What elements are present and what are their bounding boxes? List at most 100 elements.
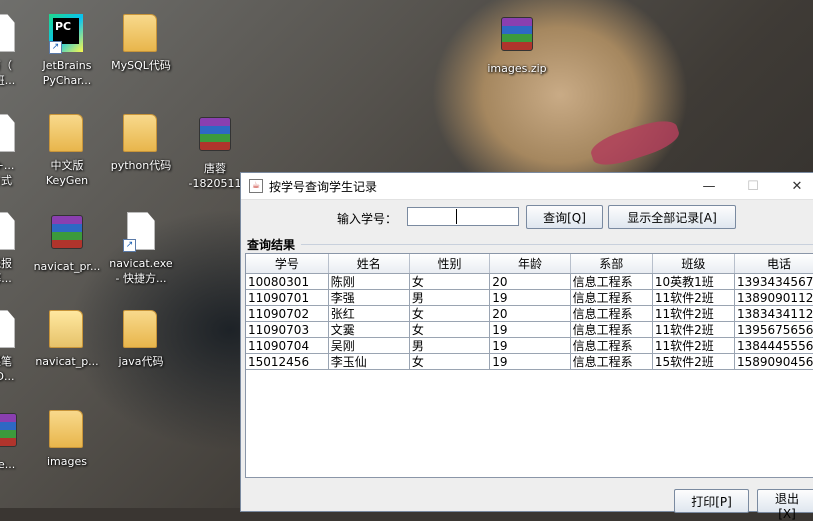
table-cell: 15软件2班 bbox=[652, 353, 735, 370]
table-cell: 11软件2班 bbox=[652, 289, 735, 306]
java-app-icon: ☕ bbox=[249, 179, 263, 193]
desktop-icon-navicat-folder[interactable]: navicat_p... bbox=[26, 310, 108, 369]
desktop-icon-pycharm[interactable]: ↗ JetBrains PyChar... bbox=[26, 14, 108, 88]
table-cell: 13844455567 bbox=[734, 337, 813, 354]
folder-icon bbox=[49, 410, 85, 450]
column-header[interactable]: 班级 bbox=[652, 254, 735, 274]
search-row: 输入学号： 查询[Q] 显示全部记录[A] bbox=[241, 205, 813, 229]
table-cell: 11软件2班 bbox=[652, 305, 735, 322]
table-cell: 信息工程系 bbox=[570, 321, 653, 338]
table-cell: 13934345678 bbox=[734, 273, 813, 290]
table-cell: 陈刚 bbox=[328, 273, 410, 290]
winrar-archive-icon bbox=[499, 17, 535, 57]
results-title: 查询结果 bbox=[247, 236, 300, 253]
desktop-icon-label: JetBrains PyChar... bbox=[42, 59, 92, 87]
text-cursor bbox=[456, 209, 457, 224]
document-icon bbox=[0, 212, 19, 252]
document-icon bbox=[0, 310, 19, 350]
table-cell: 信息工程系 bbox=[570, 353, 653, 370]
student-id-input[interactable] bbox=[407, 207, 519, 226]
table-row[interactable]: 15012456 李玉仙 女 19 信息工程系 15软件2班 158909045… bbox=[246, 353, 813, 370]
table-cell: 19 bbox=[489, 321, 571, 338]
column-header[interactable]: 姓名 bbox=[328, 254, 410, 274]
table-cell: 10080301 bbox=[246, 273, 329, 290]
table-cell: 19 bbox=[489, 337, 571, 354]
table-cell: 信息工程系 bbox=[570, 273, 653, 290]
document-icon bbox=[0, 14, 19, 54]
minimize-button[interactable]: — bbox=[687, 179, 731, 194]
table-row[interactable]: 11090704 吴刚 男 19 信息工程系 11软件2班 1384445556… bbox=[246, 337, 813, 354]
desktop-icon-images-zip[interactable]: images.zip bbox=[476, 14, 558, 76]
column-header[interactable]: 性别 bbox=[409, 254, 491, 274]
table-cell: 11090704 bbox=[246, 337, 329, 354]
table-cell: 信息工程系 bbox=[570, 289, 653, 306]
table-cell: 张红 bbox=[328, 305, 410, 322]
desktop-icon-mysql-folder[interactable]: MySQL代码 bbox=[100, 14, 182, 73]
folder-icon bbox=[123, 310, 159, 350]
winrar-archive-icon bbox=[49, 215, 85, 255]
query-button[interactable]: 查询[Q] bbox=[526, 205, 603, 229]
table-row[interactable]: 11090702 张红 女 20 信息工程系 11软件2班 1383434112… bbox=[246, 305, 813, 322]
print-button[interactable]: 打印[P] bbox=[674, 489, 749, 513]
folder-icon bbox=[123, 14, 159, 54]
table-cell: 20 bbox=[489, 305, 571, 322]
table-cell: 男 bbox=[409, 289, 491, 306]
document-icon bbox=[0, 114, 19, 154]
table-cell: 13834341122 bbox=[734, 305, 813, 322]
desktop-icon-label: java代码 bbox=[118, 355, 164, 368]
desktop-icon-label: navicat_pr... bbox=[33, 260, 101, 273]
table-cell: 15890904565 bbox=[734, 353, 813, 370]
table-row[interactable]: 10080301 陈刚 女 20 信息工程系 10英教1班 1393434567… bbox=[246, 273, 813, 290]
column-header[interactable]: 学号 bbox=[246, 254, 329, 274]
folder-icon bbox=[123, 114, 159, 154]
desktop-icon-label: MySQL代码 bbox=[111, 59, 171, 72]
folder-icon bbox=[49, 114, 85, 154]
table-cell: 女 bbox=[409, 273, 491, 290]
desktop-icon-label: 中文版 KeyGen bbox=[45, 159, 89, 187]
table-row[interactable]: 11090701 李强 男 19 信息工程系 11软件2班 1389090112… bbox=[246, 289, 813, 306]
results-table-container[interactable]: 学号 姓名 性别 年龄 系部 班级 电话 10080301 陈刚 女 20 信息… bbox=[245, 253, 813, 478]
table-cell: 信息工程系 bbox=[570, 337, 653, 354]
table-cell: 男 bbox=[409, 337, 491, 354]
desktop-icon-label: navicat_p... bbox=[35, 355, 99, 368]
desktop-icon-images-folder[interactable]: images bbox=[26, 410, 108, 469]
window-title: 按学号查询学生记录 bbox=[269, 179, 378, 194]
table-cell: 15012456 bbox=[246, 353, 329, 370]
group-divider bbox=[301, 244, 813, 245]
winrar-archive-icon bbox=[0, 413, 19, 453]
desktop-icon-java-folder[interactable]: java代码 bbox=[100, 310, 182, 369]
desktop-icon-navicat-shortcut[interactable]: ↗ navicat.exe - 快捷方... bbox=[100, 212, 182, 286]
table-cell: 信息工程系 bbox=[570, 305, 653, 322]
desktop-icon-keygen-folder[interactable]: 中文版 KeyGen bbox=[26, 114, 108, 188]
table-cell: 女 bbox=[409, 353, 491, 370]
desktop-icon-navicat-archive[interactable]: navicat_pr... bbox=[26, 212, 108, 274]
exit-button[interactable]: 退出[X] bbox=[757, 489, 813, 521]
desktop-icon-label: images.zip bbox=[487, 62, 547, 75]
folder-icon bbox=[49, 310, 85, 350]
table-cell: 19 bbox=[489, 289, 571, 306]
pycharm-icon: ↗ bbox=[49, 14, 85, 54]
table-header-row: 学号 姓名 性别 年龄 系部 班级 电话 bbox=[246, 254, 813, 274]
winrar-archive-icon bbox=[197, 117, 233, 157]
table-cell: 李强 bbox=[328, 289, 410, 306]
column-header[interactable]: 电话 bbox=[734, 254, 813, 274]
table-cell: 11090703 bbox=[246, 321, 329, 338]
desktop-icon-python-folder[interactable]: python代码 bbox=[100, 114, 182, 173]
student-id-label: 输入学号： bbox=[337, 212, 398, 226]
show-all-button[interactable]: 显示全部记录[A] bbox=[608, 205, 736, 229]
file-shortcut-icon: ↗ bbox=[123, 212, 159, 252]
table-cell: 19 bbox=[489, 353, 571, 370]
desktop-icon-label: images bbox=[47, 455, 87, 468]
maximize-button[interactable]: ☐ bbox=[731, 179, 775, 194]
window-titlebar[interactable]: ☕ 按学号查询学生记录 — ☐ ✕ bbox=[241, 173, 813, 200]
column-header[interactable]: 年龄 bbox=[489, 254, 571, 274]
table-cell: 11软件2班 bbox=[652, 321, 735, 338]
results-table: 学号 姓名 性别 年龄 系部 班级 电话 10080301 陈刚 女 20 信息… bbox=[246, 254, 813, 370]
table-cell: 女 bbox=[409, 305, 491, 322]
table-cell: 11090702 bbox=[246, 305, 329, 322]
close-button[interactable]: ✕ bbox=[775, 179, 813, 194]
table-cell: 11090701 bbox=[246, 289, 329, 306]
table-cell: 20 bbox=[489, 273, 571, 290]
table-row[interactable]: 11090703 文霙 女 19 信息工程系 11软件2班 1395675656… bbox=[246, 321, 813, 338]
column-header[interactable]: 系部 bbox=[570, 254, 653, 274]
